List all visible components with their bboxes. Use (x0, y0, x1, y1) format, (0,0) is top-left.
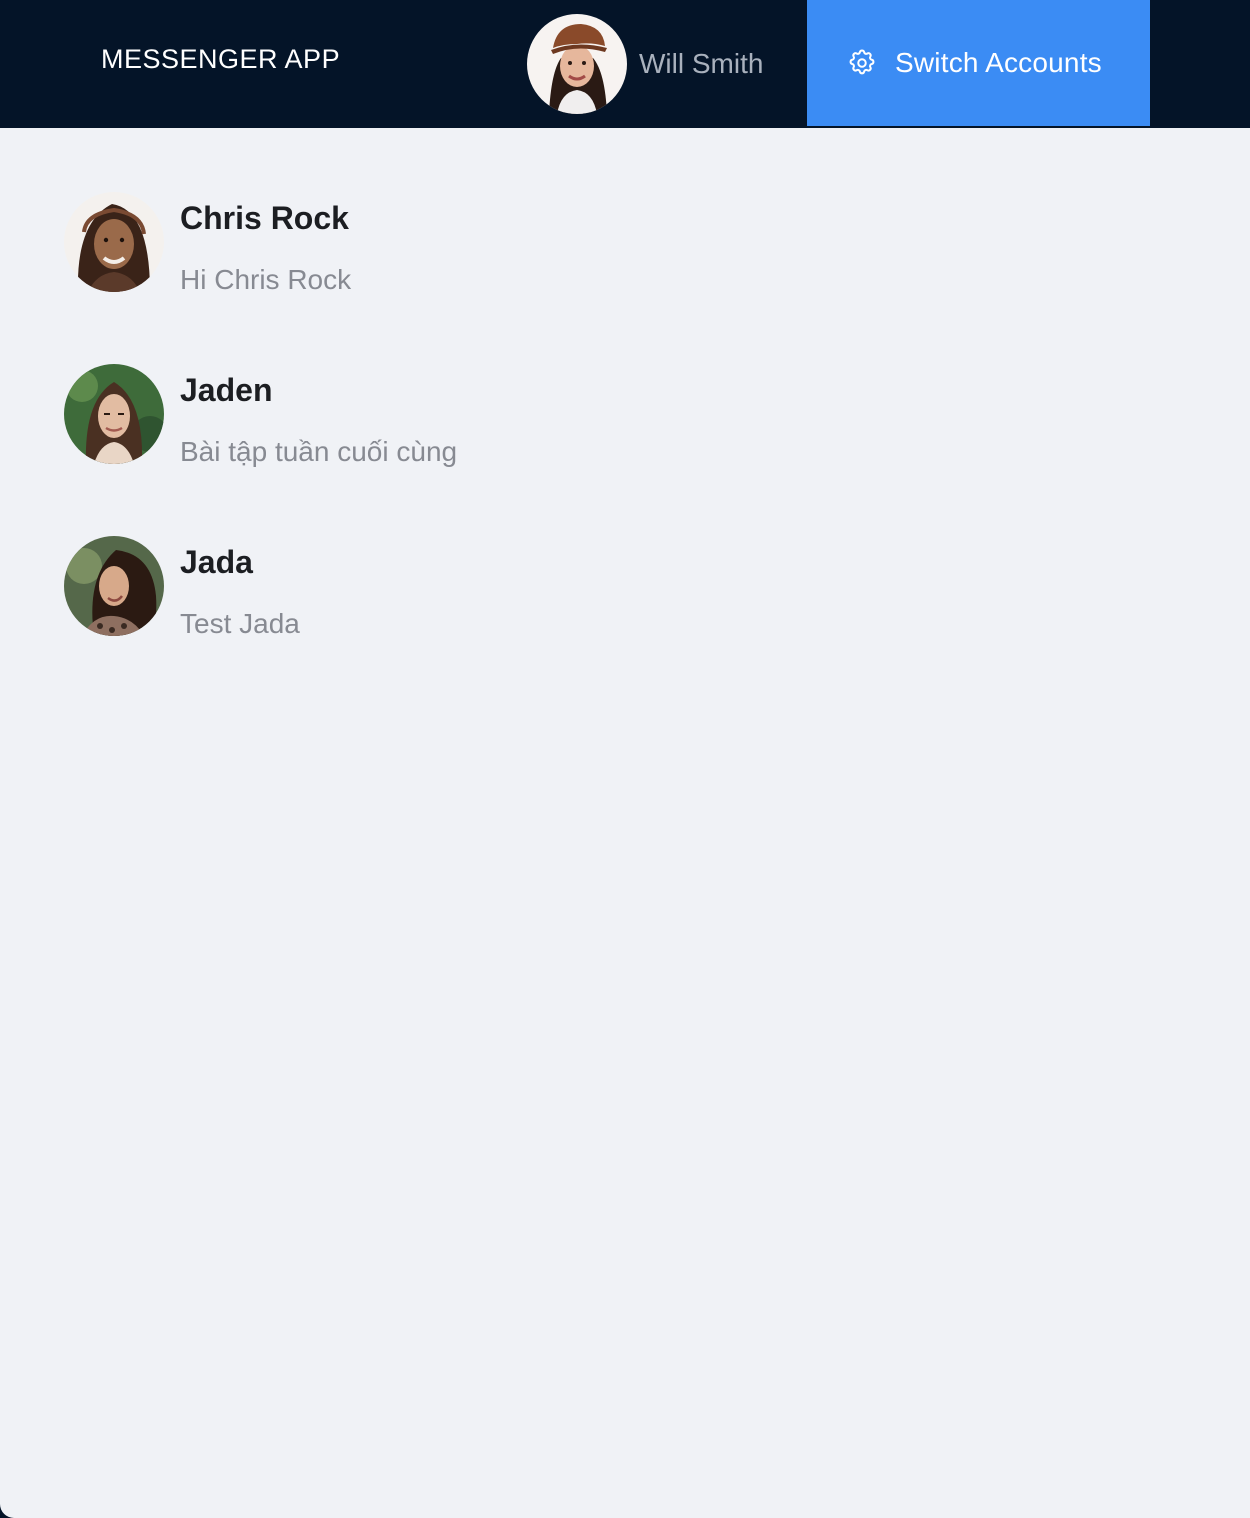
messenger-app: MESSENGER APP Will Smith Switch Accounts… (0, 0, 1250, 1518)
last-message-preview: Hi Chris Rock (180, 264, 352, 295)
top-navigation-bar: MESSENGER APP Will Smith Switch Accounts (0, 0, 1250, 128)
last-message-preview: Bài tập tuần cuối cùng (180, 436, 458, 467)
contact-name: Chris Rock (180, 200, 349, 236)
current-user: Will Smith (527, 14, 763, 114)
contact-name: Jada (180, 544, 253, 580)
app-title: MESSENGER APP (101, 44, 341, 74)
conversation-item[interactable]: Jaden Bài tập tuần cuối cùng (64, 364, 1184, 484)
switch-accounts-button[interactable]: Switch Accounts (807, 0, 1150, 126)
current-user-avatar (527, 14, 627, 114)
contact-avatar (64, 364, 164, 464)
contact-avatar (64, 536, 164, 636)
current-user-name: Will Smith (639, 48, 764, 79)
last-message-preview: Test Jada (180, 608, 300, 639)
conversation-item[interactable]: Jada Test Jada (64, 536, 1184, 656)
conversation-item[interactable]: Chris Rock Hi Chris Rock (64, 192, 1184, 312)
contact-name: Jaden (180, 372, 273, 408)
switch-accounts-label: Switch Accounts (895, 47, 1102, 78)
contact-avatar (64, 192, 164, 292)
gear-icon (849, 49, 875, 75)
